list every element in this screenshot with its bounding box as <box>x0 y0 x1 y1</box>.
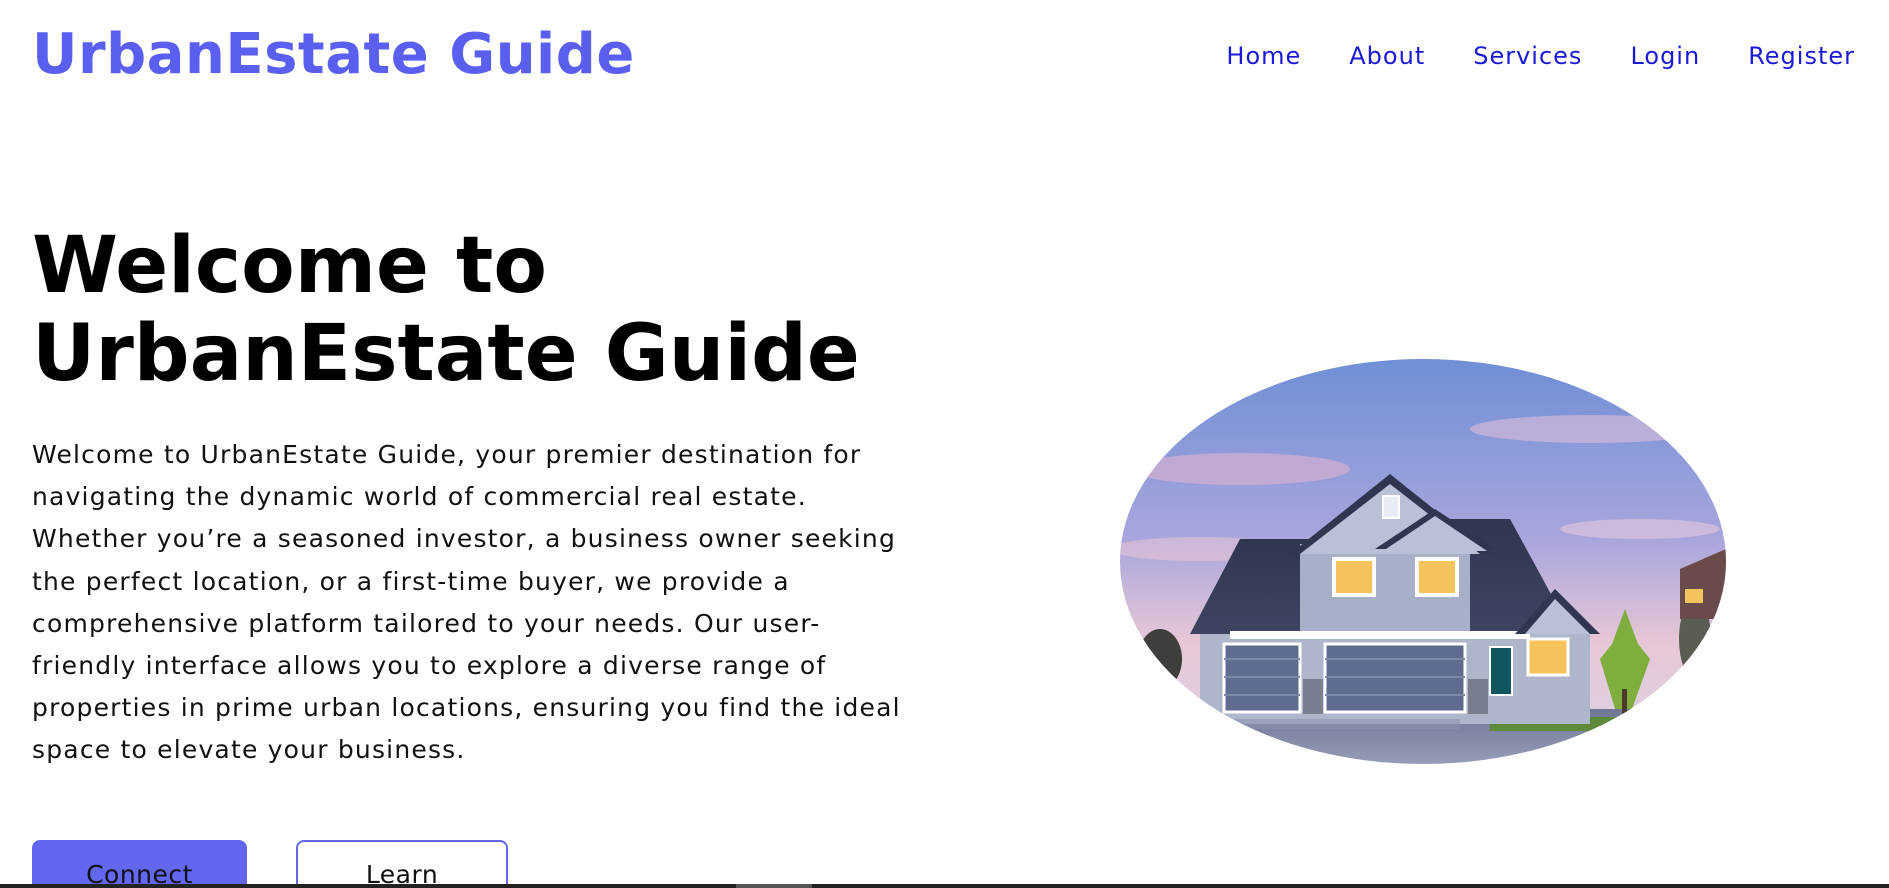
page: UrbanEstate Guide Home About Services Lo… <box>0 0 1889 888</box>
nav-about-link[interactable]: About <box>1349 42 1425 70</box>
learn-more-button[interactable]: Learn More <box>296 840 508 888</box>
site-logo[interactable]: UrbanEstate Guide <box>32 22 635 87</box>
hero-title-line-1: Welcome to <box>32 221 547 311</box>
house-photo-icon <box>1120 359 1726 764</box>
connect-us-button[interactable]: Connect Us <box>32 840 247 888</box>
horizontal-scrollbar[interactable] <box>0 884 1889 888</box>
hero-title-line-2: UrbanEstate Guide <box>32 309 860 399</box>
main-nav: Home About Services Login Register <box>1226 42 1855 70</box>
hero-title: Welcome to UrbanEstate Guide <box>32 222 892 398</box>
nav-login-link[interactable]: Login <box>1630 42 1700 70</box>
nav-services-link[interactable]: Services <box>1473 42 1582 70</box>
nav-register-link[interactable]: Register <box>1748 42 1855 70</box>
nav-home-link[interactable]: Home <box>1226 42 1301 70</box>
scrollbar-thumb[interactable] <box>736 884 812 888</box>
hero-description: Welcome to UrbanEstate Guide, your premi… <box>32 440 901 765</box>
